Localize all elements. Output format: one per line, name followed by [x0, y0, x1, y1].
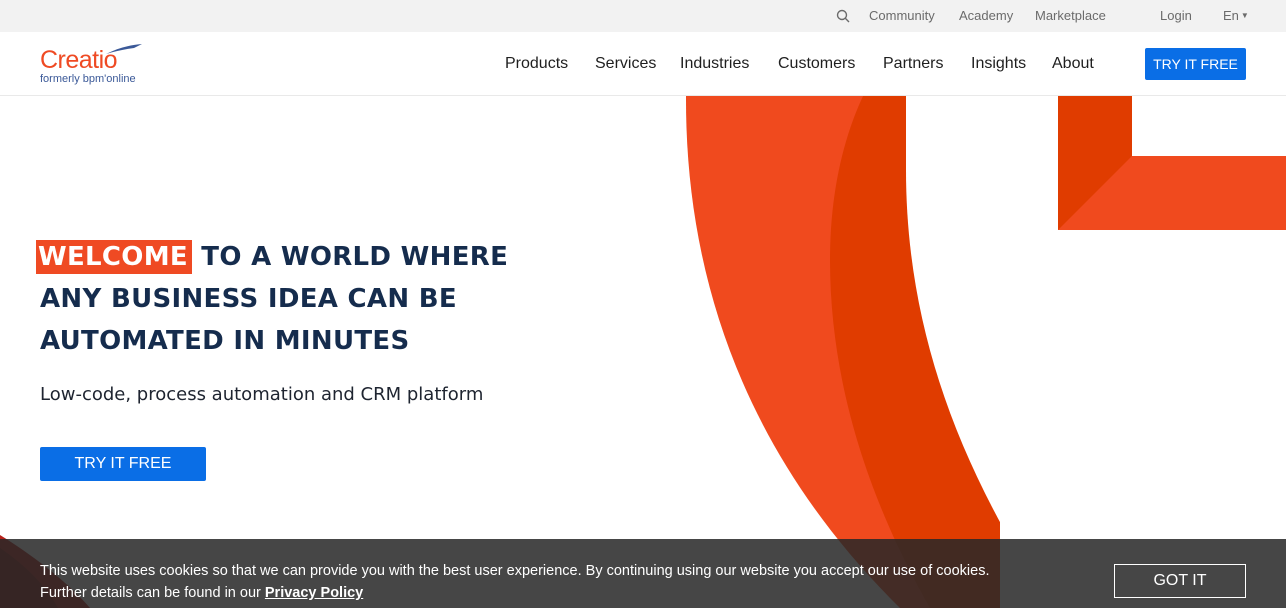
hero-title: WELCOME TO A WORLD WHERE ANY BUSINESS ID… — [36, 236, 600, 362]
login-link[interactable]: Login — [1160, 8, 1192, 24]
nav-item-insights[interactable]: Insights — [971, 54, 1026, 74]
nav-item-products[interactable]: Products — [505, 54, 568, 74]
utility-bar: Community Academy Marketplace Login En ▼ — [0, 0, 1286, 32]
hero-subtitle: Low-code, process automation and CRM pla… — [40, 384, 484, 405]
search-icon[interactable] — [836, 9, 850, 23]
privacy-policy-link[interactable]: Privacy Policy — [265, 585, 363, 601]
main-navigation: Creatio formerly bpm'online Products Ser… — [0, 32, 1286, 96]
logo-wordmark: Creatio — [40, 46, 118, 74]
hero-title-line3: AUTOMATED IN MINUTES — [40, 326, 410, 356]
creatio-logo[interactable]: Creatio formerly bpm'online — [40, 42, 150, 88]
try-it-free-nav-button[interactable]: TRY IT FREE — [1145, 48, 1246, 80]
community-link[interactable]: Community — [869, 8, 935, 24]
cookie-banner: This website uses cookies so that we can… — [0, 539, 1286, 608]
marketplace-link[interactable]: Marketplace — [1035, 8, 1106, 24]
nav-item-about[interactable]: About — [1052, 54, 1094, 74]
language-selector[interactable]: En ▼ — [1223, 8, 1249, 26]
hero-title-line1: TO A WORLD WHERE — [201, 242, 509, 272]
cookie-message-line2: Further details can be found in our — [40, 585, 265, 601]
nav-item-partners[interactable]: Partners — [883, 54, 943, 74]
got-it-button[interactable]: GOT IT — [1114, 564, 1246, 598]
hero-highlight: WELCOME — [36, 240, 192, 274]
cookie-message: This website uses cookies so that we can… — [40, 560, 989, 604]
academy-link[interactable]: Academy — [959, 8, 1013, 24]
hero-section: WELCOME TO A WORLD WHERE ANY BUSINESS ID… — [36, 236, 600, 362]
cookie-message-line1: This website uses cookies so that we can… — [40, 563, 990, 579]
logo-tagline: formerly bpm'online — [40, 73, 136, 85]
try-it-free-hero-button[interactable]: TRY IT FREE — [40, 447, 206, 481]
hero-title-line2: ANY BUSINESS IDEA CAN BE — [40, 284, 457, 314]
nav-item-customers[interactable]: Customers — [778, 54, 855, 74]
nav-item-services[interactable]: Services — [595, 54, 656, 74]
caret-down-icon: ▼ — [1240, 11, 1249, 20]
language-label: En — [1223, 8, 1239, 23]
nav-item-industries[interactable]: Industries — [680, 54, 749, 74]
